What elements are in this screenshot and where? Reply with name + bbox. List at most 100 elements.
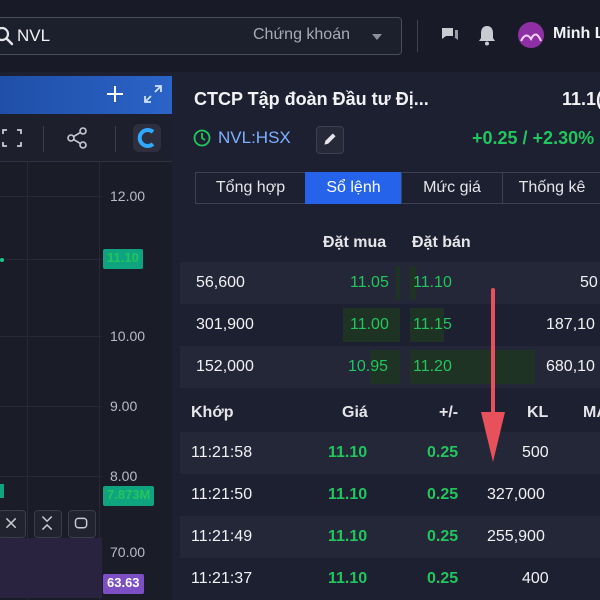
ask-price[interactable]: 11.15 bbox=[413, 316, 452, 334]
match-change-header: +/- bbox=[439, 404, 459, 421]
match-change: 0.25 bbox=[427, 570, 459, 587]
axis-label: 8.00 bbox=[110, 468, 138, 484]
match-volume-header: KL bbox=[527, 404, 549, 421]
search-icon bbox=[0, 26, 14, 46]
price-line-marker bbox=[0, 258, 4, 262]
last-price-tag: 11.10 bbox=[103, 249, 143, 269]
match-change: 0.25 bbox=[427, 528, 459, 545]
match-price: 11.10 bbox=[328, 528, 368, 545]
bid-header: Đặt mua bbox=[323, 234, 387, 251]
search-box[interactable]: NVL Chứng khoán bbox=[0, 17, 402, 55]
grid-line bbox=[0, 259, 102, 260]
match-price-header: Giá bbox=[342, 404, 368, 421]
bid-price[interactable]: 11.05 bbox=[350, 274, 389, 292]
match-row: 11:21:58 11.10 0.25 500 bbox=[180, 432, 600, 474]
ask-volume: 680,10 bbox=[546, 358, 595, 375]
close-icon bbox=[5, 517, 17, 529]
match-price: 11.10 bbox=[328, 486, 368, 503]
axis-label: 12.00 bbox=[110, 188, 146, 204]
axis-label: 10.00 bbox=[110, 328, 146, 344]
match-row: 11:21:49 11.10 0.25 255,900 bbox=[180, 516, 600, 558]
match-price: 11.10 bbox=[328, 444, 368, 461]
grid-line bbox=[0, 336, 102, 337]
volume-bar bbox=[0, 484, 4, 498]
order-book-row: 56,600 11.05 11.10 50 bbox=[180, 262, 600, 304]
chart-header bbox=[0, 76, 172, 114]
user-name[interactable]: Minh L bbox=[553, 25, 600, 43]
match-row: 11:21:50 11.10 0.25 327,000 bbox=[180, 474, 600, 516]
match-price: 11.10 bbox=[328, 570, 368, 587]
annotation-arrow-icon bbox=[481, 288, 505, 462]
edit-button[interactable] bbox=[316, 126, 344, 154]
match-time: 11:21:50 bbox=[191, 486, 253, 503]
order-book-row: 152,000 10.95 11.20 680,10 bbox=[180, 346, 600, 388]
chat-icon[interactable] bbox=[440, 25, 460, 45]
watchlist-icon[interactable] bbox=[192, 128, 212, 148]
match-row: 11:21:37 11.10 0.25 400 bbox=[180, 558, 600, 600]
match-time-header: Khớp bbox=[191, 404, 234, 421]
ask-price[interactable]: 11.20 bbox=[413, 358, 452, 376]
grid-line bbox=[0, 196, 102, 197]
collapse-indicator-button[interactable] bbox=[34, 510, 62, 538]
company-name: CTCP Tập đoàn Đầu tư Đị... bbox=[194, 89, 429, 109]
tab-summary[interactable]: Tổng hợp bbox=[195, 172, 306, 204]
bid-volume: 56,600 bbox=[196, 274, 245, 291]
tab-price-levels[interactable]: Mức giá bbox=[401, 172, 503, 204]
grid-line bbox=[0, 406, 102, 407]
ticker-symbol[interactable]: NVL:HSX bbox=[218, 128, 291, 148]
expand-icon[interactable] bbox=[143, 84, 163, 104]
stock-panel: CTCP Tập đoàn Đầu tư Đị... 11.1( NVL:HSX… bbox=[180, 76, 600, 600]
pencil-icon bbox=[324, 133, 336, 145]
logo-icon[interactable] bbox=[133, 124, 161, 152]
search-input[interactable]: NVL bbox=[17, 26, 50, 46]
bid-volume: 301,900 bbox=[196, 316, 254, 333]
match-volume: 500 bbox=[522, 444, 549, 461]
bid-volume: 152,000 bbox=[196, 358, 254, 375]
crop-icon[interactable] bbox=[2, 128, 22, 148]
bid-depth-bar bbox=[396, 266, 400, 300]
ask-volume: 50 bbox=[580, 274, 598, 291]
match-volume: 327,000 bbox=[487, 486, 545, 503]
share-icon[interactable] bbox=[66, 127, 88, 149]
avatar[interactable] bbox=[518, 22, 544, 48]
match-change: 0.25 bbox=[427, 444, 459, 461]
divider bbox=[417, 20, 418, 52]
grid-line bbox=[0, 476, 102, 477]
match-type-header: MA bbox=[583, 404, 600, 421]
bid-price[interactable]: 11.00 bbox=[350, 316, 389, 334]
last-price: 11.1( bbox=[562, 89, 600, 109]
bell-icon[interactable] bbox=[477, 24, 497, 46]
app-root: NVL Chứng khoán Minh L 12.00 10.00 9.00 … bbox=[0, 0, 600, 600]
axis-label: 9.00 bbox=[110, 398, 138, 414]
price-change: +0.25 / +2.30% bbox=[472, 128, 595, 148]
ask-header: Đặt bán bbox=[412, 234, 471, 251]
chevron-down-icon[interactable] bbox=[372, 34, 382, 40]
indicator-tag: 63.63 bbox=[103, 574, 144, 594]
close-indicator-button[interactable] bbox=[0, 510, 26, 538]
match-time: 11:21:58 bbox=[191, 444, 253, 461]
tab-order-book[interactable]: Sổ lệnh bbox=[305, 172, 402, 204]
match-time: 11:21:49 bbox=[191, 528, 253, 545]
plus-icon[interactable] bbox=[105, 84, 125, 104]
axis-label: 70.00 bbox=[110, 544, 146, 560]
ask-volume: 187,10 bbox=[546, 316, 595, 333]
tab-statistics[interactable]: Thống kê bbox=[502, 172, 600, 204]
order-book-row: 301,900 11.00 11.15 187,10 bbox=[180, 304, 600, 346]
chart-toolbar bbox=[0, 114, 172, 162]
divider bbox=[115, 126, 116, 152]
match-volume: 400 bbox=[522, 570, 549, 587]
volume-tag: 7.873M bbox=[103, 486, 155, 506]
ask-price[interactable]: 11.10 bbox=[413, 274, 452, 292]
chart-panel: 12.00 10.00 9.00 8.00 70.00 11.10 7.873M bbox=[0, 76, 172, 600]
indicator-pane bbox=[0, 538, 102, 598]
chart-area[interactable]: 12.00 10.00 9.00 8.00 70.00 11.10 7.873M bbox=[0, 162, 172, 600]
match-change: 0.25 bbox=[427, 486, 459, 503]
indicator-toolbar bbox=[0, 510, 102, 540]
refresh-icon bbox=[74, 517, 88, 529]
market-select[interactable]: Chứng khoán bbox=[253, 26, 350, 44]
refresh-indicator-button[interactable] bbox=[68, 510, 96, 538]
collapse-icon bbox=[41, 516, 53, 531]
match-time: 11:21:37 bbox=[191, 570, 253, 587]
bid-price[interactable]: 10.95 bbox=[348, 358, 388, 376]
top-bar: NVL Chứng khoán Minh L bbox=[0, 0, 600, 72]
